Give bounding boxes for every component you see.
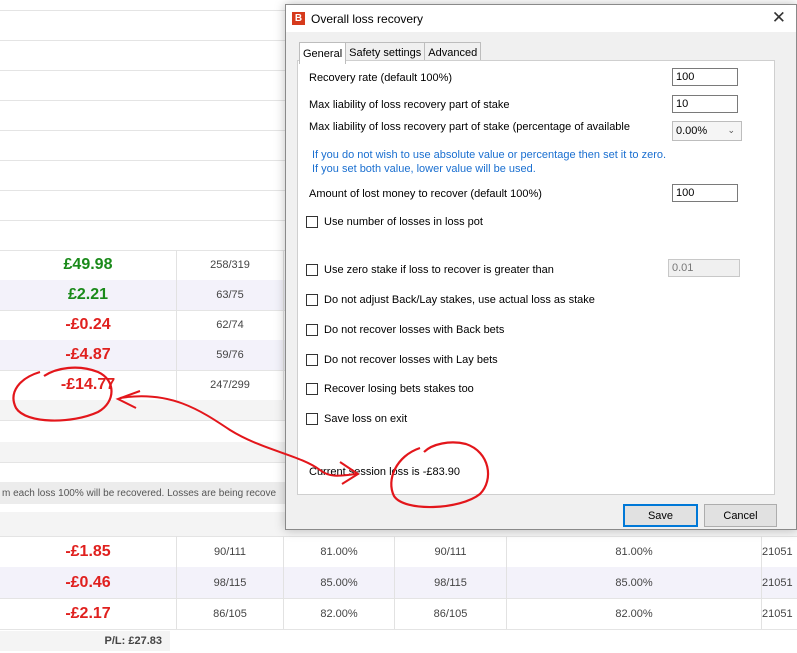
recovery-notice: m each loss 100% will be recovered. Loss…	[0, 482, 302, 504]
pl-value: -£0.46	[65, 573, 111, 591]
recovery-rate-input[interactable]: 100	[672, 68, 738, 86]
pl-value: -£14.77	[60, 376, 116, 393]
zero-stake-checkbox[interactable]: Use zero stake if loss to recover is gre…	[306, 264, 554, 276]
id-cell: 21051	[762, 576, 793, 589]
zero-stake-input[interactable]: 0.01	[668, 259, 740, 277]
bets-count-2: 90/111	[434, 545, 467, 558]
max-liability-pct-select[interactable]: 0.00% ⌄	[672, 121, 742, 141]
app-logo-icon: B	[292, 12, 305, 25]
bets-count-2: 86/105	[433, 607, 468, 620]
close-icon[interactable]: ✕	[772, 8, 786, 28]
use-number-losses-checkbox[interactable]: Use number of losses in loss pot	[306, 216, 483, 228]
bets-count: 90/111	[213, 545, 246, 558]
checkbox-label: Use zero stake if loss to recover is gre…	[324, 264, 554, 276]
bets-count: 63/75	[216, 289, 244, 301]
general-panel: Recovery rate (default 100%) 100 Max lia…	[297, 60, 775, 495]
pl-value: £49.98	[63, 256, 113, 273]
amount-input[interactable]: 100	[672, 184, 738, 202]
checkbox-box[interactable]	[306, 354, 318, 366]
id-cell: 21051	[762, 607, 793, 620]
id-cell: 21051	[762, 545, 793, 558]
checkbox-box[interactable]	[306, 264, 318, 276]
table-row[interactable]: -£0.46 98/115 85.00% 98/115 85.00% 21051	[0, 567, 797, 599]
bets-count: 258/319	[210, 259, 250, 271]
amount-label: Amount of lost money to recover (default…	[309, 188, 542, 200]
pl-value: £2.21	[67, 286, 109, 303]
checkbox-box[interactable]	[306, 324, 318, 336]
table-row[interactable]: -£1.85 90/111 81.00% 90/111 81.00% 21051	[0, 536, 797, 568]
checkbox-label: Save loss on exit	[324, 413, 408, 425]
checkbox-box[interactable]	[306, 216, 318, 228]
bets-count-2: 98/115	[434, 576, 467, 589]
checkbox-label: Use number of losses in loss pot	[324, 216, 483, 228]
tab-general[interactable]: General	[299, 42, 347, 64]
bets-count: 59/76	[216, 349, 244, 361]
save-loss-checkbox[interactable]: Save loss on exit	[306, 413, 407, 425]
table-row[interactable]: -£2.17 86/105 82.00% 86/105 82.00% 21051	[0, 598, 797, 630]
no-back-checkbox[interactable]: Do not recover losses with Back bets	[306, 324, 504, 336]
checkbox-box[interactable]	[306, 413, 318, 425]
pl-value: -£0.24	[65, 316, 111, 333]
bets-count: 247/299	[210, 379, 250, 391]
max-liability-label: Max liability of loss recovery part of s…	[309, 99, 510, 111]
save-button[interactable]: Save	[623, 504, 698, 527]
pl-total: P/L: £27.83	[0, 631, 170, 651]
percent-cell-2: 82.00%	[615, 607, 653, 620]
loss-recovery-dialog: B Overall loss recovery ✕ General Safety…	[285, 4, 797, 530]
max-liability-pct-value: 0.00%	[676, 125, 708, 137]
checkbox-label: Do not recover losses with Lay bets	[324, 354, 498, 366]
bets-count: 86/105	[213, 607, 247, 620]
checkbox-label: Do not recover losses with Back bets	[324, 324, 505, 336]
session-loss-text: Current session loss is -£83.90	[309, 466, 461, 478]
percent-cell-2: 81.00%	[615, 545, 653, 558]
recover-losing-checkbox[interactable]: Recover losing bets stakes too	[306, 383, 474, 395]
bets-count: 62/74	[216, 319, 244, 331]
checkbox-label: Recover losing bets stakes too	[324, 383, 474, 395]
tab-bar: General Safety settings Advanced	[299, 42, 482, 64]
bets-count: 98/115	[213, 576, 247, 589]
checkbox-box[interactable]	[306, 294, 318, 306]
percent-cell-2: 85.00%	[615, 576, 653, 589]
title-bar[interactable]: B Overall loss recovery ✕	[286, 5, 796, 32]
pl-value: -£4.87	[65, 346, 111, 363]
max-liability-input[interactable]: 10	[672, 95, 738, 113]
max-liability-pct-label: Max liability of loss recovery part of s…	[309, 121, 630, 133]
checkbox-label: Do not adjust Back/Lay stakes, use actua…	[324, 294, 595, 306]
percent-cell: 85.00%	[320, 576, 358, 589]
info-line-2: If you set both value, lower value will …	[312, 163, 536, 175]
pl-value: -£1.85	[65, 542, 111, 560]
recovery-rate-label: Recovery rate (default 100%)	[309, 72, 453, 84]
percent-cell: 82.00%	[320, 607, 358, 620]
no-lay-checkbox[interactable]: Do not recover losses with Lay bets	[306, 354, 498, 366]
percent-cell: 81.00%	[320, 545, 358, 558]
pl-value: -£2.17	[65, 604, 111, 622]
cancel-button[interactable]: Cancel	[704, 504, 777, 527]
no-adjust-checkbox[interactable]: Do not adjust Back/Lay stakes, use actua…	[306, 294, 595, 306]
chevron-down-icon: ⌄	[727, 125, 735, 135]
dialog-title: Overall loss recovery	[311, 11, 424, 26]
checkbox-box[interactable]	[306, 383, 318, 395]
info-line-1: If you do not wish to use absolute value…	[312, 149, 667, 161]
